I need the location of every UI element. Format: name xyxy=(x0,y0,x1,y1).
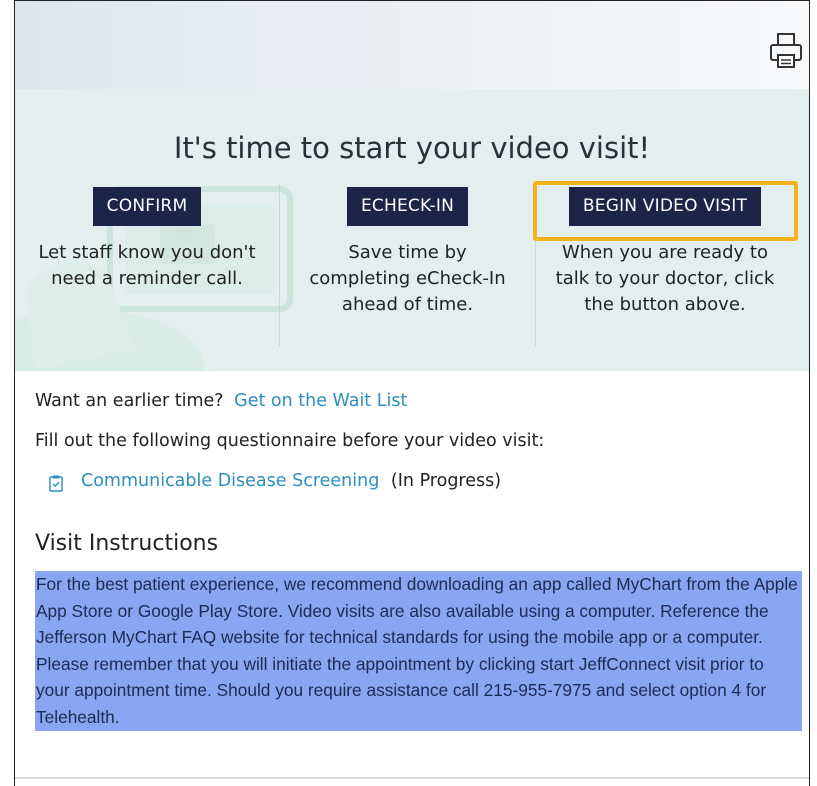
clipboard-icon xyxy=(49,475,63,492)
questionnaire-item: Communicable Disease Screening (In Progr… xyxy=(81,471,501,491)
echeckin-button[interactable]: ECHECK-IN xyxy=(346,187,469,226)
hero-title: It's time to start your video visit! xyxy=(173,131,651,165)
confirm-column: CONFIRM Let staff know you don't need a … xyxy=(15,187,279,292)
video-visit-hero: It's time to start your video visit! CON… xyxy=(15,89,809,371)
confirm-button[interactable]: CONFIRM xyxy=(92,187,202,226)
printer-icon[interactable] xyxy=(769,31,803,71)
instructions-title: Visit Instructions xyxy=(35,531,219,556)
echeckin-column: ECHECK-IN Save time by completing eCheck… xyxy=(280,187,535,318)
top-bar xyxy=(15,1,809,89)
questionnaire-link[interactable]: Communicable Disease Screening xyxy=(81,471,379,491)
echeckin-description: Save time by completing eCheck-In ahead … xyxy=(309,242,506,315)
bottom-divider xyxy=(15,777,809,779)
waitlist-link[interactable]: Get on the Wait List xyxy=(234,391,407,411)
confirm-description: Let staff know you don't need a reminder… xyxy=(38,242,256,289)
waitlist-prompt: Want an earlier time? xyxy=(35,391,224,411)
questionnaire-status: (In Progress) xyxy=(390,471,502,491)
begin-video-description: When you are ready to talk to your docto… xyxy=(555,242,775,315)
visit-panel: It's time to start your video visit! CON… xyxy=(14,0,810,786)
focus-highlight xyxy=(533,181,798,241)
questionnaire-intro: Fill out the following questionnaire bef… xyxy=(35,431,545,451)
waitlist-row: Want an earlier time? Get on the Wait Li… xyxy=(35,391,407,411)
instructions-text: For the best patient experience, we reco… xyxy=(35,571,802,731)
